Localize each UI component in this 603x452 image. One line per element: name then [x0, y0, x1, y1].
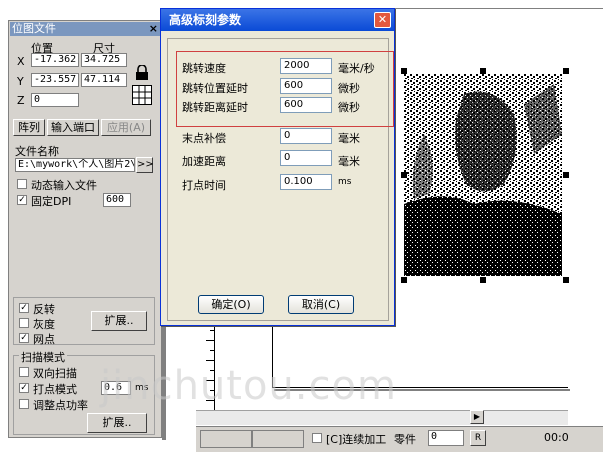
grid-icon[interactable]	[132, 85, 152, 105]
filename-label: 文件名称	[15, 145, 59, 158]
adjust-power-checkbox[interactable]	[19, 399, 29, 409]
continuous-label: [C]连续加工	[326, 433, 387, 446]
close-icon[interactable]: ✕	[374, 12, 391, 28]
end-compensation-label: 末点补偿	[182, 132, 226, 145]
grayscale-label: 灰度	[33, 318, 55, 331]
bitmap-image[interactable]	[404, 74, 562, 276]
watermark: jinchutou.com	[100, 363, 397, 409]
horizontal-scrollbar[interactable]	[196, 410, 568, 425]
invert-checkbox[interactable]: ✓	[19, 303, 29, 313]
z-label: Z	[17, 94, 25, 107]
z-field[interactable]: 0	[31, 93, 79, 107]
ok-button[interactable]: 确定(O)	[198, 295, 264, 314]
selection-handle-tl[interactable]	[401, 68, 407, 74]
end-compensation-unit: 毫米	[338, 132, 360, 145]
selection-handle-bl[interactable]	[401, 277, 407, 283]
dynamic-input-checkbox[interactable]	[17, 179, 27, 189]
jump-distance-delay-field[interactable]: 600	[280, 97, 332, 113]
expand-button-1[interactable]: 扩展..	[91, 311, 147, 331]
panel-title: 位图文件 ×	[10, 22, 160, 36]
continuous-checkbox[interactable]	[312, 433, 322, 443]
accel-distance-label: 加速距离	[182, 155, 226, 168]
reset-button[interactable]: R	[470, 430, 486, 446]
close-icon[interactable]: ×	[149, 22, 158, 36]
selection-handle-bm[interactable]	[480, 277, 486, 283]
dot-time-label: 打点时间	[182, 179, 226, 192]
input-port-button[interactable]: 输入端口	[47, 119, 99, 136]
jump-distance-delay-label: 跳转距离延时	[182, 101, 248, 114]
x-position-field[interactable]: -17.362	[31, 53, 79, 67]
scroll-right-icon[interactable]: ▶	[470, 410, 484, 424]
end-compensation-field[interactable]: 0	[280, 128, 332, 144]
cancel-button[interactable]: 取消(C)	[288, 295, 354, 314]
bidirectional-checkbox[interactable]	[19, 367, 29, 377]
x-label: X	[17, 55, 25, 68]
jump-distance-delay-unit: 微秒	[338, 101, 360, 114]
invert-label: 反转	[33, 303, 55, 316]
y-position-field[interactable]: -23.557	[31, 73, 79, 87]
dots-label: 网点	[33, 333, 55, 346]
jump-speed-label: 跳转速度	[182, 62, 226, 75]
dot-mode-checkbox[interactable]: ✓	[19, 383, 29, 393]
dynamic-input-label: 动态输入文件	[31, 179, 97, 192]
dots-checkbox[interactable]: ✓	[19, 333, 29, 343]
selection-handle-br[interactable]	[563, 277, 569, 283]
accel-distance-field[interactable]: 0	[280, 150, 332, 166]
jump-position-delay-field[interactable]: 600	[280, 78, 332, 94]
lock-icon[interactable]	[135, 64, 149, 81]
x-size-field[interactable]: 34.725	[81, 53, 127, 67]
array-button[interactable]: 阵列	[13, 119, 45, 136]
selection-handle-tm[interactable]	[480, 68, 486, 74]
status-panel-1	[200, 430, 252, 448]
dialog-title: 高级标刻参数	[161, 9, 394, 31]
fixed-dpi-checkbox[interactable]: ✓	[17, 195, 27, 205]
filename-field[interactable]: E:\mywork\个人\图片2\	[15, 158, 135, 172]
selection-handle-mr[interactable]	[563, 172, 569, 178]
dot-time-field[interactable]: 0.100	[280, 174, 332, 190]
dot-mode-label: 打点模式	[33, 383, 77, 396]
grayscale-checkbox[interactable]	[19, 318, 29, 328]
adjust-power-label: 调整点功率	[33, 399, 88, 412]
time-display: 00:0	[544, 431, 569, 444]
y-label: Y	[17, 75, 24, 88]
fixed-dpi-label: 固定DPI	[31, 195, 72, 208]
panel-title-text: 位图文件	[12, 22, 56, 35]
bidirectional-label: 双向扫描	[33, 367, 77, 380]
jump-speed-unit: 毫米/秒	[338, 62, 375, 75]
scan-mode-label: 扫描模式	[19, 349, 67, 365]
parts-label: 零件	[394, 433, 416, 446]
dpi-field[interactable]: 600	[103, 193, 131, 207]
apply-button[interactable]: 应用(A)	[101, 119, 151, 136]
status-panel-2	[252, 430, 304, 448]
jump-position-delay-unit: 微秒	[338, 82, 360, 95]
selection-handle-tr[interactable]	[563, 68, 569, 74]
browse-button[interactable]: >>	[136, 157, 154, 173]
jump-speed-field[interactable]: 2000	[280, 58, 332, 74]
accel-distance-unit: 毫米	[338, 155, 360, 168]
expand-button-2[interactable]: 扩展..	[87, 413, 147, 433]
jump-position-delay-label: 跳转位置延时	[182, 82, 248, 95]
y-size-field[interactable]: 47.114	[81, 73, 127, 87]
selection-handle-ml[interactable]	[401, 172, 407, 178]
dot-time-unit: ms	[338, 177, 352, 187]
parts-field[interactable]: 0	[428, 430, 464, 446]
